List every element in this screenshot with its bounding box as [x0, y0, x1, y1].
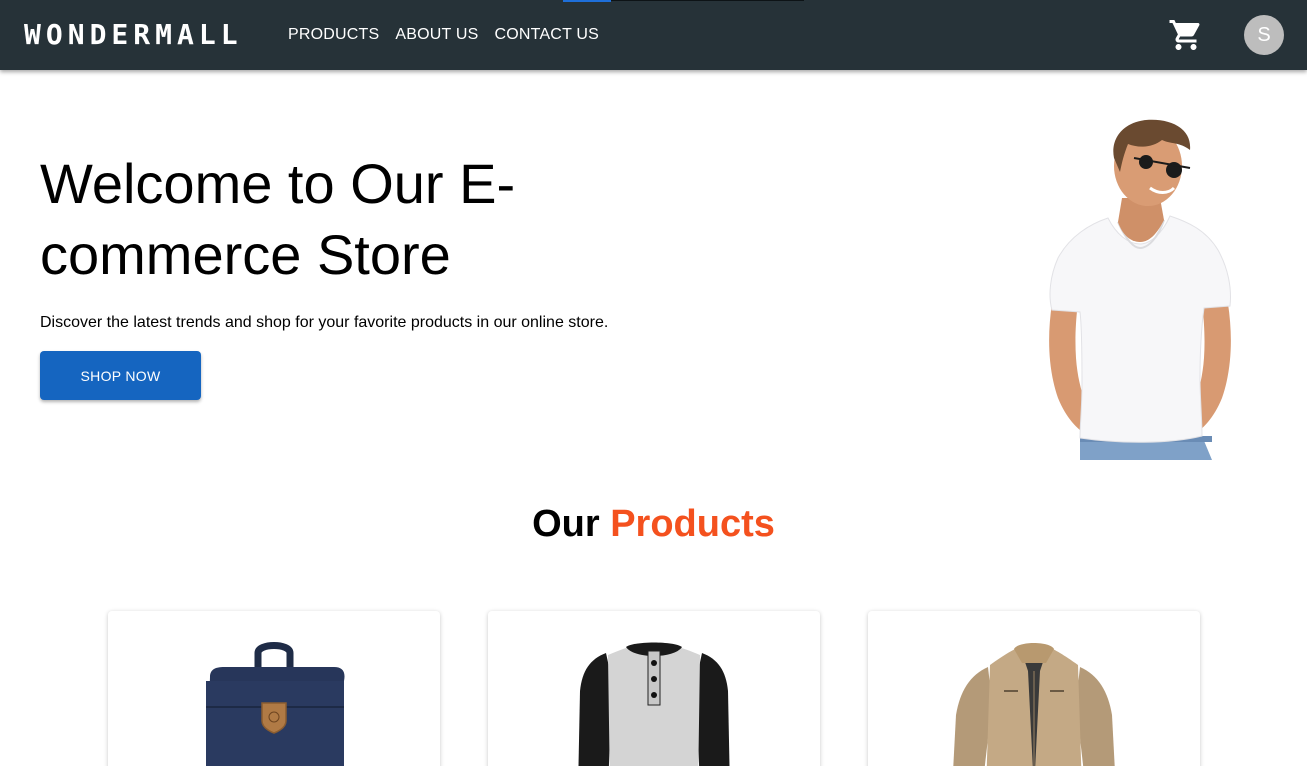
shop-now-button[interactable]: SHOP NOW	[40, 351, 201, 400]
app-bar: WONDERMALL PRODUCTS ABOUT US CONTACT US …	[0, 0, 1307, 70]
henley-shirt-image	[578, 642, 730, 766]
shopping-cart-icon	[1169, 20, 1200, 50]
top-indicator	[563, 0, 611, 2]
heading-part-our: Our	[532, 503, 600, 545]
khaki-jacket-image	[953, 643, 1115, 766]
heading-part-products: Products	[610, 503, 775, 545]
product-card-henley-shirt[interactable]	[488, 611, 820, 766]
products-section-heading: Our Products	[0, 502, 1307, 546]
hero-model-image	[1030, 118, 1250, 460]
main-nav: PRODUCTS ABOUT US CONTACT US	[288, 25, 599, 45]
backpack-image	[206, 642, 345, 766]
nav-about-us[interactable]: ABOUT US	[395, 25, 478, 45]
user-avatar[interactable]: S	[1244, 15, 1284, 55]
product-card-jacket[interactable]	[868, 611, 1200, 766]
hero-title: Welcome to Our E-commerce Store	[40, 152, 516, 286]
product-card-backpack[interactable]	[108, 611, 440, 766]
brand-logo[interactable]: WONDERMALL	[24, 18, 243, 52]
nav-contact-us[interactable]: CONTACT US	[495, 25, 600, 45]
nav-products[interactable]: PRODUCTS	[288, 25, 379, 45]
cart-button[interactable]	[1168, 17, 1204, 53]
hero-subtitle: Discover the latest trends and shop for …	[40, 314, 609, 331]
